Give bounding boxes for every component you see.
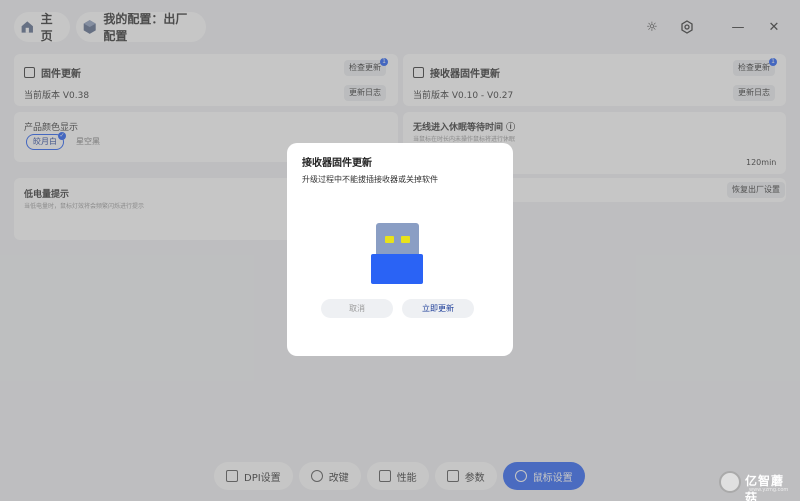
dialog-title: 接收器固件更新 bbox=[302, 158, 372, 169]
update-now-button[interactable]: 立即更新 bbox=[402, 299, 474, 318]
cancel-button[interactable]: 取消 bbox=[321, 299, 393, 318]
usb-connector bbox=[376, 223, 419, 255]
watermark-url: www.yzmg.com bbox=[749, 487, 789, 493]
firmware-update-dialog: 接收器固件更新 升级过程中不能拔插接收器或关掉软件 取消 立即更新 bbox=[287, 143, 513, 356]
watermark-logo: 亿智蘑菇 www.yzmg.com bbox=[719, 471, 795, 501]
dialog-message: 升级过程中不能拔插接收器或关掉软件 bbox=[302, 175, 438, 184]
watermark-icon bbox=[719, 471, 741, 493]
usb-body bbox=[371, 254, 423, 284]
